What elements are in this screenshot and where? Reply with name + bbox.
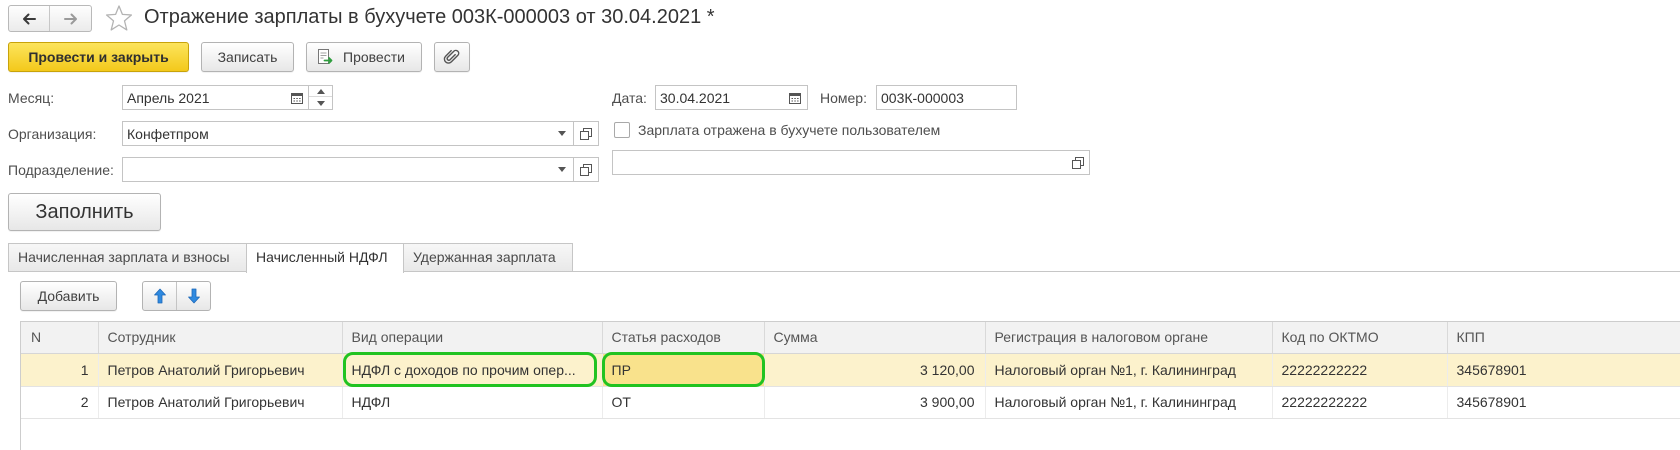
date-field[interactable] — [655, 85, 784, 110]
number-field[interactable] — [876, 85, 1017, 110]
cell-operation[interactable]: НДФЛ с доходов по прочим опер... — [342, 353, 603, 387]
paperclip-icon — [443, 48, 461, 66]
cell-tax-authority[interactable]: Налоговый орган №1, г. Калининград — [985, 353, 1273, 387]
column-header-kpp[interactable]: КПП — [1447, 322, 1680, 354]
department-field[interactable] — [122, 157, 551, 182]
move-up-button[interactable] — [143, 282, 177, 310]
organization-open-button[interactable] — [574, 121, 599, 146]
add-row-button[interactable]: Добавить — [20, 281, 117, 311]
column-header-operation[interactable]: Вид операции — [342, 322, 603, 354]
arrow-left-icon — [20, 10, 38, 28]
add-row-label: Добавить — [37, 288, 100, 304]
post-document-icon — [316, 48, 334, 66]
cell-oktmo[interactable]: 22222222222 — [1272, 386, 1448, 419]
back-button[interactable] — [9, 6, 50, 31]
month-field[interactable] — [122, 85, 286, 110]
post-and-close-button[interactable]: Провести и закрыть — [8, 42, 189, 72]
chevron-down-icon — [557, 167, 566, 172]
attach-file-button[interactable] — [434, 42, 470, 72]
cell-amount[interactable]: 3 900,00 — [764, 386, 986, 419]
tab-withheld-salary[interactable]: Удержанная зарплата — [403, 243, 573, 272]
organization-label: Организация: — [8, 126, 97, 142]
tab-accrued-ndfl[interactable]: Начисленный НДФЛ — [246, 243, 404, 273]
save-label: Записать — [217, 49, 278, 65]
nav-buttons — [8, 5, 92, 32]
cell-operation[interactable]: НДФЛ — [342, 386, 603, 419]
open-form-icon — [580, 127, 592, 140]
spin-down-icon[interactable] — [309, 97, 332, 109]
month-calendar-button[interactable] — [285, 85, 309, 110]
move-buttons — [142, 281, 211, 311]
month-label: Месяц: — [8, 90, 55, 106]
cell-employee[interactable]: Петров Анатолий Григорьевич — [98, 386, 343, 419]
cell-oktmo[interactable]: 22222222222 — [1272, 353, 1448, 387]
organization-dropdown-button[interactable] — [550, 121, 574, 146]
spin-up-icon[interactable] — [309, 86, 332, 97]
column-header-n[interactable]: N — [21, 322, 99, 354]
save-button[interactable]: Записать — [201, 42, 294, 72]
department-dropdown-button[interactable] — [550, 157, 574, 182]
page-title: Отражение зарплаты в бухучете 003К-00000… — [144, 6, 715, 28]
post-button[interactable]: Провести — [306, 42, 422, 72]
column-header-employee[interactable]: Сотрудник — [98, 322, 343, 354]
date-calendar-button[interactable] — [783, 85, 808, 110]
cell-n[interactable]: 2 — [21, 386, 99, 419]
cell-kpp[interactable]: 345678901 — [1447, 386, 1680, 419]
number-label: Номер: — [820, 90, 867, 106]
column-header-oktmo[interactable]: Код по ОКТМО — [1272, 322, 1448, 354]
post-and-close-label: Провести и закрыть — [28, 49, 169, 65]
table-header-row: N Сотрудник Вид операции Статья расходов… — [21, 322, 1680, 354]
posted-by-user-label[interactable]: Зарплата отражена в бухучете пользовател… — [638, 120, 940, 140]
extra-field[interactable] — [612, 150, 1067, 175]
posted-by-user-checkbox[interactable] — [614, 122, 630, 138]
forward-button[interactable] — [50, 6, 91, 31]
tab-accrued-salary[interactable]: Начисленная зарплата и взносы — [8, 243, 247, 272]
column-header-amount[interactable]: Сумма — [764, 322, 986, 354]
open-form-icon — [580, 163, 592, 176]
arrow-right-icon — [62, 10, 80, 28]
arrow-up-icon — [153, 288, 167, 304]
fill-button[interactable]: Заполнить — [8, 193, 161, 231]
cell-expense-item[interactable]: ПР — [602, 353, 765, 387]
column-header-tax-authority[interactable]: Регистрация в налоговом органе — [985, 322, 1273, 354]
ndfl-table: N Сотрудник Вид операции Статья расходов… — [20, 321, 1680, 450]
post-label: Провести — [343, 49, 405, 65]
chevron-down-icon — [557, 131, 566, 136]
cell-expense-item[interactable]: ОТ — [602, 386, 765, 419]
cell-employee[interactable]: Петров Анатолий Григорьевич — [98, 353, 343, 387]
open-form-icon — [1071, 156, 1084, 169]
cell-amount[interactable]: 3 120,00 — [764, 353, 986, 387]
star-icon[interactable] — [105, 4, 133, 32]
table-row[interactable]: 2 Петров Анатолий Григорьевич НДФЛ ОТ 3 … — [21, 386, 1680, 419]
organization-field[interactable] — [122, 121, 551, 146]
cell-n[interactable]: 1 — [21, 353, 99, 387]
calendar-icon — [788, 91, 802, 105]
cell-kpp[interactable]: 345678901 — [1447, 353, 1680, 387]
month-spin-button[interactable] — [309, 85, 333, 110]
extra-field-open-button[interactable] — [1066, 150, 1090, 175]
cell-tax-authority[interactable]: Налоговый орган №1, г. Калининград — [985, 386, 1273, 419]
fill-label: Заполнить — [35, 200, 134, 223]
arrow-down-icon — [187, 288, 201, 304]
move-down-button[interactable] — [177, 282, 210, 310]
table-row[interactable]: 1 Петров Анатолий Григорьевич НДФЛ с дох… — [21, 353, 1680, 387]
date-label: Дата: — [612, 90, 647, 106]
department-open-button[interactable] — [574, 157, 599, 182]
column-header-expense-item[interactable]: Статья расходов — [602, 322, 765, 354]
calendar-icon — [290, 91, 304, 105]
department-label: Подразделение: — [8, 162, 114, 178]
